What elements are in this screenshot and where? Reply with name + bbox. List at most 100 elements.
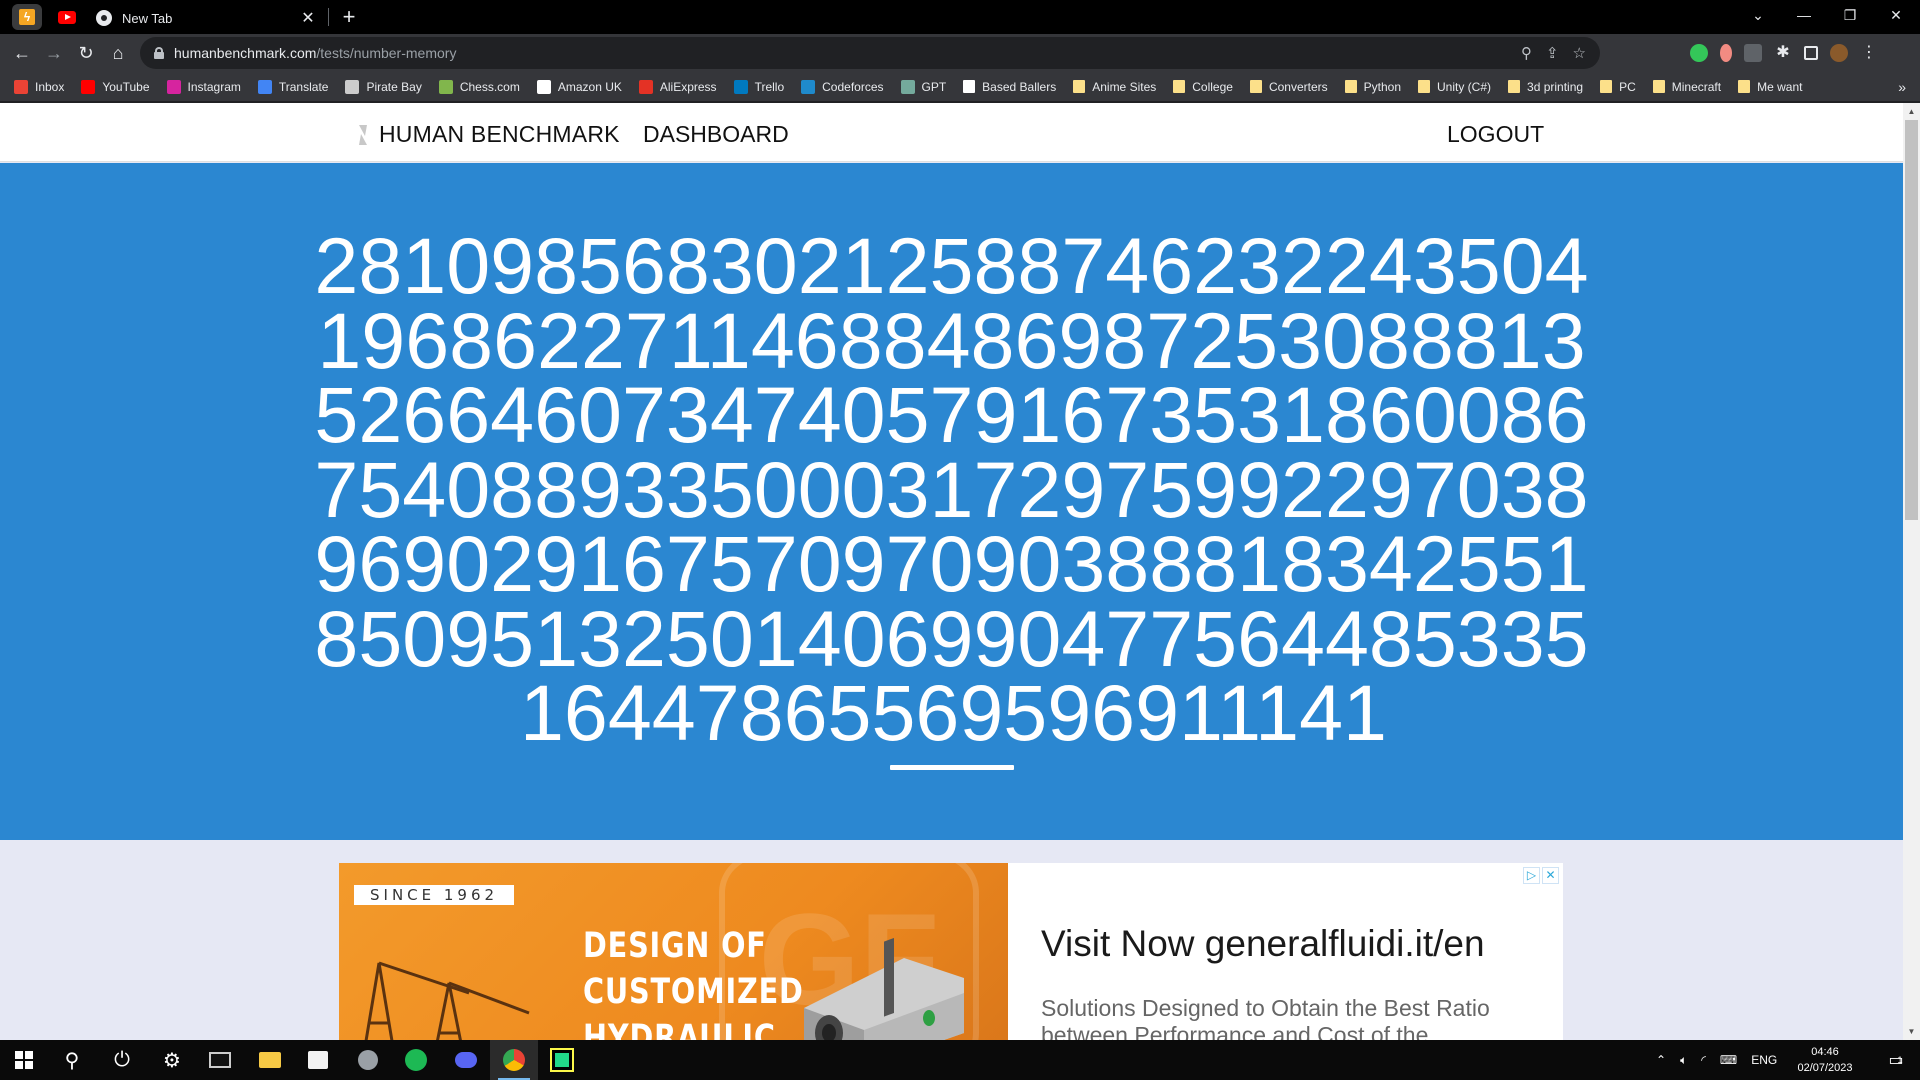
address-bar[interactable]: humanbenchmark.com/tests/number-memory ⚲… (140, 37, 1600, 69)
adchoices-icon[interactable]: ▷ (1523, 867, 1540, 884)
bookmark-item[interactable]: AliExpress (638, 79, 717, 94)
home-button[interactable]: ⌂ (102, 37, 134, 69)
terminal-icon[interactable] (196, 1040, 244, 1080)
page-scrollbar[interactable]: ▲ ▼ (1903, 103, 1920, 1040)
bookmark-label: GPT (921, 79, 947, 94)
youtube-tab-icon (58, 10, 76, 24)
adchoices[interactable]: ▷ ✕ (1523, 867, 1559, 884)
clock[interactable]: 04:46 02/07/2023 (1786, 1044, 1864, 1076)
pinned-tab-humanbenchmark[interactable]: ϟ (12, 4, 42, 30)
tab-search-icon[interactable]: ⌄ (1736, 0, 1780, 30)
folder-icon (1173, 80, 1186, 93)
file-explorer-icon[interactable] (246, 1040, 294, 1080)
power-icon[interactable]: ⏻ (98, 1040, 146, 1080)
paint-app-icon[interactable] (344, 1040, 392, 1080)
bookmark-star-icon[interactable]: ☆ (1573, 44, 1586, 62)
zoom-icon[interactable]: ⚲ (1521, 44, 1532, 62)
wifi-icon[interactable]: ◜ (1701, 1053, 1706, 1067)
extension-off-icon[interactable] (1744, 44, 1762, 62)
volume-icon[interactable]: 🔈︎ (1680, 1053, 1687, 1068)
chrome-taskbar-icon[interactable] (490, 1040, 538, 1080)
ad-headline-line: DESIGN OF (583, 926, 767, 966)
keyboard-icon[interactable]: ⌨ (1720, 1053, 1737, 1067)
chrome-icon (96, 10, 112, 26)
discord-icon[interactable] (442, 1040, 490, 1080)
nav-logout-link[interactable]: LOGOUT (1447, 121, 1544, 148)
extension-green-icon[interactable] (1690, 44, 1708, 62)
bookmark-label: College (1192, 79, 1233, 94)
spotify-icon[interactable] (392, 1040, 440, 1080)
ad-close-icon[interactable]: ✕ (1542, 867, 1559, 884)
ad-image[interactable]: GF SINCE 1962 DESIGN OF CUSTOMIZED HYDRA… (339, 863, 1008, 1040)
ad-title[interactable]: Visit Now generalfluidi.it/en (1041, 923, 1485, 965)
tray-overflow-icon[interactable]: ⌃ (1656, 1053, 1666, 1067)
chess-icon (438, 79, 453, 94)
lock-icon[interactable] (154, 47, 164, 59)
scroll-up-arrow-icon[interactable]: ▲ (1903, 103, 1920, 120)
bookmark-item[interactable]: Inbox (14, 79, 64, 94)
bookmark-item[interactable]: Converters (1249, 79, 1328, 94)
scroll-down-arrow-icon[interactable]: ▼ (1903, 1023, 1920, 1040)
close-tab-icon[interactable]: ✕ (300, 8, 316, 28)
bookmark-label: Converters (1268, 79, 1328, 94)
back-button[interactable]: ← (6, 37, 38, 69)
forward-button[interactable]: → (38, 37, 70, 69)
settings-gear-icon[interactable]: ⚙ (148, 1040, 196, 1080)
extension-pink-icon[interactable] (1720, 44, 1732, 62)
restore-button[interactable]: ❐ (1828, 0, 1872, 30)
kebab-menu-icon[interactable]: ⋮ (1860, 44, 1878, 62)
notifications-icon[interactable]: ▭ 1 (1872, 1040, 1920, 1080)
scroll-thumb[interactable] (1905, 120, 1918, 520)
side-panel-icon[interactable] (1804, 46, 1818, 60)
bookmark-item[interactable]: YouTube (81, 79, 150, 94)
minimize-button[interactable]: — (1782, 0, 1826, 30)
bookmark-label: YouTube (102, 79, 150, 94)
bookmark-item[interactable]: Chess.com (438, 79, 520, 94)
bookmark-item[interactable]: Translate (257, 79, 328, 94)
url-host: humanbenchmark.com (174, 45, 317, 61)
store-icon[interactable] (294, 1040, 342, 1080)
close-window-button[interactable]: ✕ (1874, 0, 1918, 30)
start-button[interactable] (0, 1040, 48, 1080)
share-icon[interactable]: ⇪ (1546, 44, 1559, 62)
youtube-icon (81, 79, 96, 94)
bookmark-label: 3d printing (1527, 79, 1584, 94)
search-icon[interactable]: ⚲ (48, 1040, 96, 1080)
folder-icon (1738, 80, 1751, 93)
url-path: /tests/number-memory (316, 45, 457, 61)
pinned-tab-youtube[interactable] (52, 4, 82, 30)
language-indicator[interactable]: ENG (1751, 1053, 1777, 1067)
bookmark-item[interactable]: GPT (900, 79, 947, 94)
profile-avatar-icon[interactable] (1830, 44, 1848, 62)
folder-icon (1073, 80, 1086, 93)
tab-new-tab[interactable]: New Tab ✕ (86, 2, 326, 34)
ad-text-panel[interactable]: Visit Now generalfluidi.it/en Solutions … (1039, 863, 1559, 1040)
extensions-puzzle-icon[interactable]: ✱ (1774, 44, 1792, 62)
number-memory-test-area: 28109856830212588746232243504 1968622711… (0, 163, 1903, 840)
bookmarks-overflow-icon[interactable]: » (1898, 72, 1906, 102)
advertisement-banner[interactable]: GF SINCE 1962 DESIGN OF CUSTOMIZED HYDRA… (339, 863, 1563, 1040)
nav-dashboard-link[interactable]: DASHBOARD (643, 121, 789, 148)
bookmark-item[interactable]: Anime Sites (1073, 80, 1156, 94)
bookmark-item[interactable]: Codeforces (801, 79, 884, 94)
bookmark-item[interactable]: Minecraft (1652, 80, 1721, 94)
bookmark-item[interactable]: Instagram (166, 79, 241, 94)
bookmark-item[interactable]: Unity (C#) (1418, 80, 1491, 94)
pycharm-icon[interactable] (538, 1040, 586, 1080)
bookmark-item[interactable]: Trello (733, 79, 784, 94)
tab-separator (328, 8, 329, 26)
bookmark-item[interactable]: PC (1600, 80, 1636, 94)
bookmark-item[interactable]: Amazon UK (536, 79, 622, 94)
bookmark-item[interactable]: 3d printing (1508, 80, 1583, 94)
reload-button[interactable]: ↻ (70, 37, 102, 69)
gmail-icon (14, 79, 28, 94)
bookmark-item[interactable]: Python (1344, 80, 1401, 94)
bookmark-item[interactable]: Pirate Bay (345, 79, 422, 94)
site-logo-link[interactable]: HUMAN BENCHMARK (357, 121, 620, 148)
new-tab-button[interactable]: + (336, 4, 362, 30)
bookmark-label: PC (1619, 79, 1636, 94)
bookmark-item[interactable]: Me want (1738, 80, 1802, 94)
bookmark-item[interactable]: College (1173, 80, 1233, 94)
folder-icon (1508, 80, 1521, 93)
bookmark-item[interactable]: Based Ballers (963, 80, 1056, 94)
